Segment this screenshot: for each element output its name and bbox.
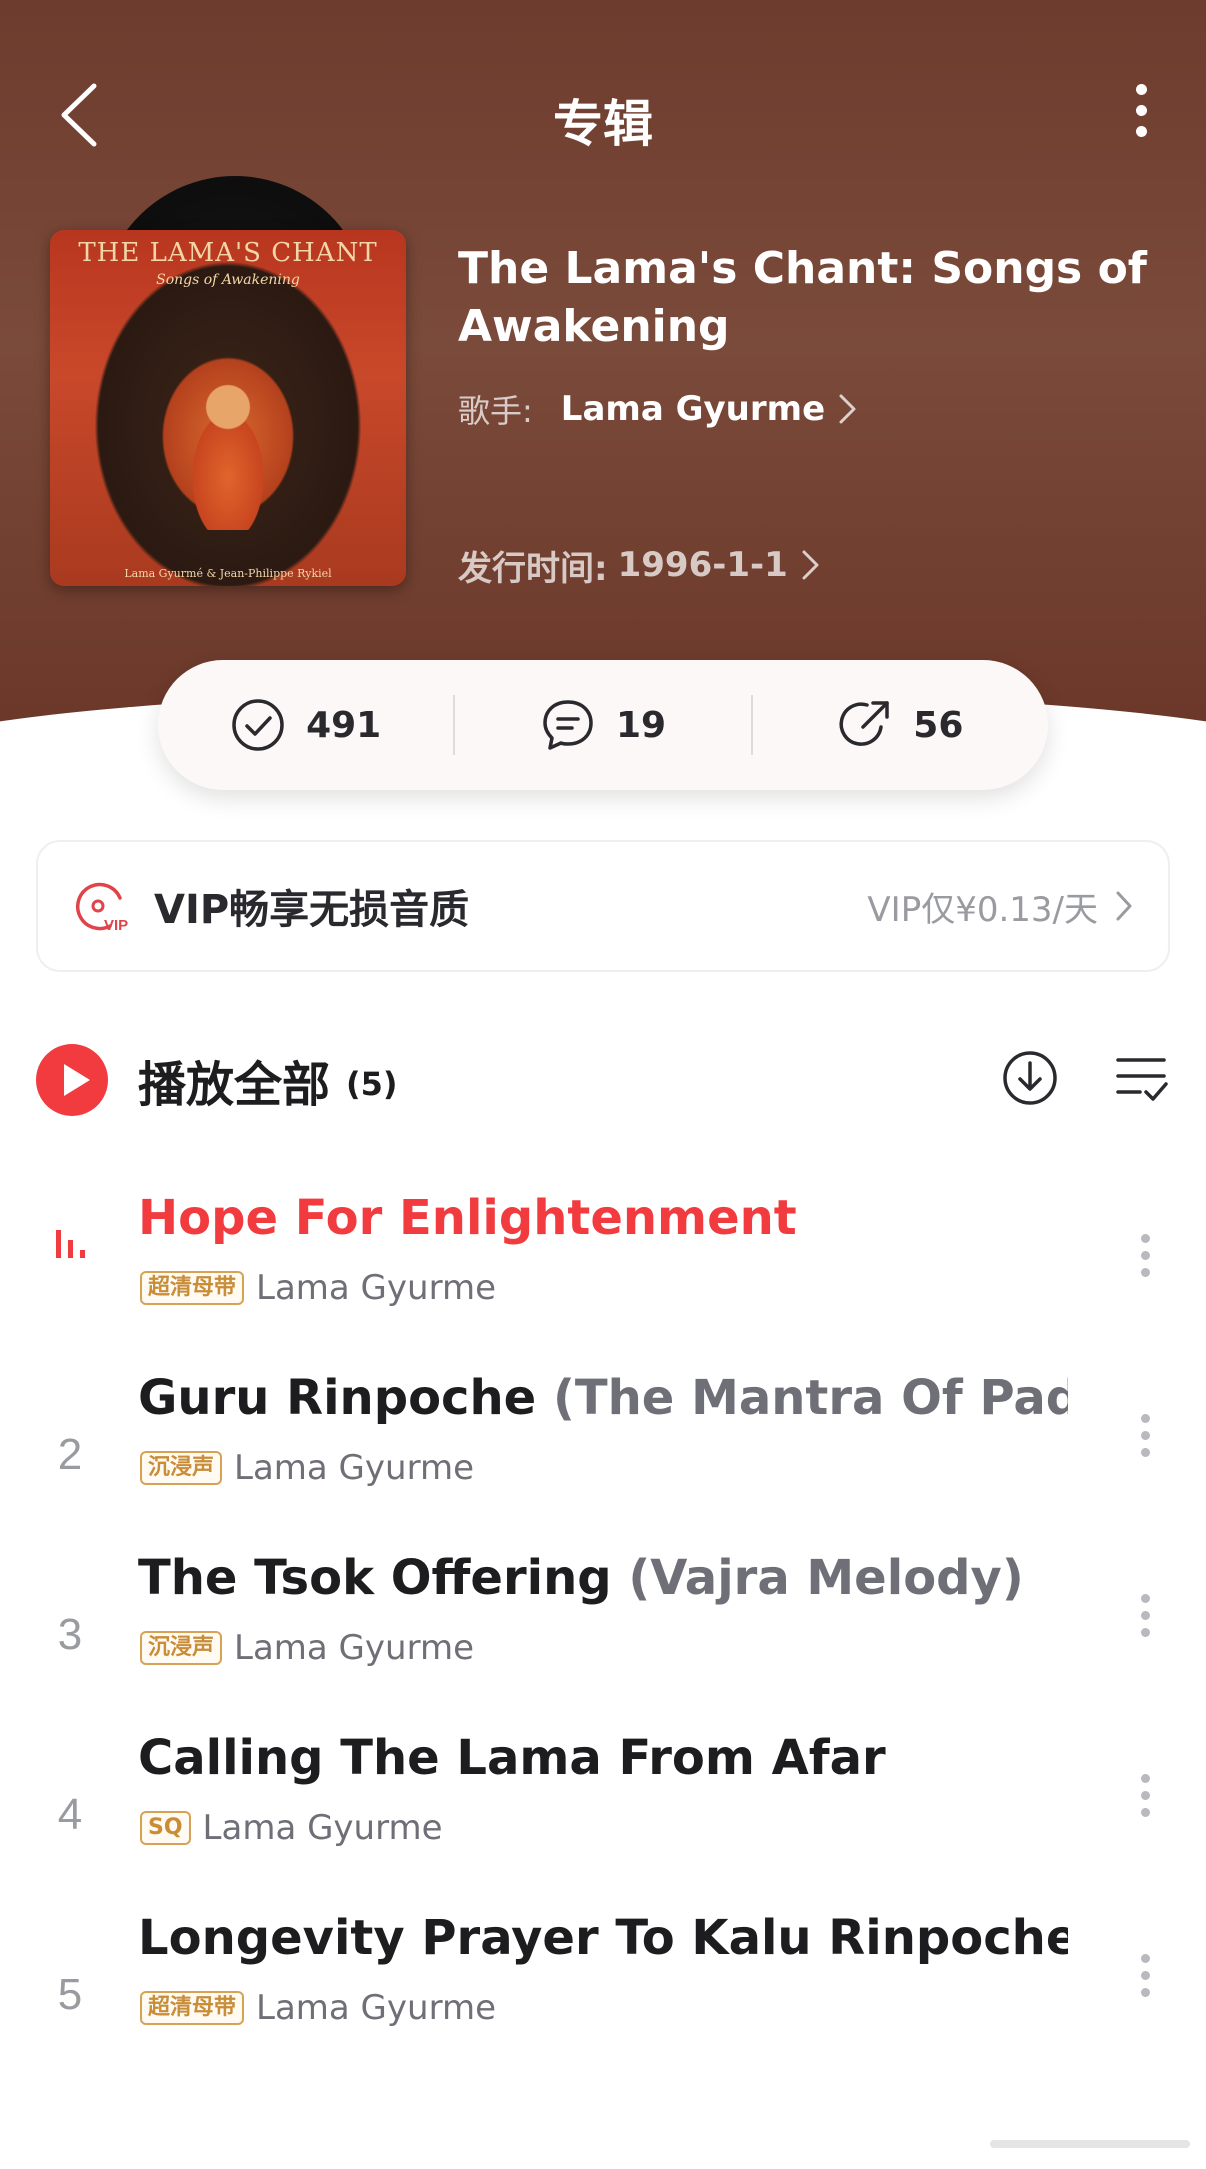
track-title: The Tsok Offering (Vajra Melody) xyxy=(138,1550,1024,1606)
quality-badge: 沉浸声 xyxy=(140,1631,223,1665)
share-icon xyxy=(839,701,890,746)
track-meta: 沉浸声 Lama Gyurme xyxy=(140,1628,474,1668)
multi-select-icon[interactable] xyxy=(1114,1050,1170,1106)
track-title: Longevity Prayer To Kalu Rinpoche xyxy=(138,1910,1068,1966)
track-meta: 沉浸声 Lama Gyurme xyxy=(140,1448,474,1488)
nav-bar: 专辑 xyxy=(0,60,1206,170)
album-cover[interactable]: THE LAMA'S CHANT Songs of Awakening Lama… xyxy=(50,230,406,586)
collect-count: 491 xyxy=(306,704,382,746)
album-stats-bar: 491 19 56 xyxy=(158,660,1048,790)
artist-label: 歌手: xyxy=(458,392,533,430)
track-more-icon[interactable] xyxy=(1130,1406,1160,1486)
release-date-link[interactable]: 发行时间: 1996-1-1 xyxy=(458,540,822,590)
chevron-right-icon xyxy=(802,550,819,580)
vip-disc-icon: VIP xyxy=(75,882,128,934)
track-more-icon[interactable] xyxy=(1130,1586,1160,1666)
share-button[interactable]: 56 xyxy=(753,660,1048,790)
track-title: Guru Rinpoche (The Mantra Of Padm... xyxy=(138,1370,1068,1426)
home-indicator xyxy=(990,2140,1190,2148)
cover-title-text: THE LAMA'S CHANT xyxy=(78,238,378,268)
album-title: The Lama's Chant: Songs of Awakening xyxy=(458,243,1147,352)
vip-lossless-banner[interactable]: VIP VIP畅享无损音质 VIP仅¥0.13/天 xyxy=(36,840,1170,972)
track-row[interactable]: 3 The Tsok Offering (Vajra Melody) 沉浸声 L… xyxy=(0,1550,1206,1690)
track-meta: 超清母带 Lama Gyurme xyxy=(140,1268,496,1308)
comment-bubble-icon xyxy=(543,700,593,750)
release-label: 发行时间: xyxy=(458,548,608,589)
cover-footer-text: Lama Gyurmé & Jean-Philippe Rykiel xyxy=(124,567,332,580)
play-all-bar: 播放全部 (5) xyxy=(36,1040,1170,1120)
track-meta: SQ Lama Gyurme xyxy=(140,1808,443,1848)
download-icon[interactable] xyxy=(1000,1048,1060,1108)
play-all-label[interactable]: 播放全部 xyxy=(138,1045,330,1115)
track-title: Calling The Lama From Afar xyxy=(138,1730,886,1786)
vip-price: VIP仅¥0.13/天 xyxy=(867,889,1098,930)
cover-buddha-figure xyxy=(178,380,278,530)
track-row[interactable]: Hope For Enlightenment 超清母带 Lama Gyurme xyxy=(0,1190,1206,1330)
artist-name: Lama Gyurme xyxy=(560,389,826,429)
track-number: 4 xyxy=(57,1790,83,1839)
comments-count: 19 xyxy=(615,704,667,746)
track-more-icon[interactable] xyxy=(1130,1766,1160,1846)
track-artist: Lama Gyurme xyxy=(256,1268,496,1308)
check-circle-icon xyxy=(232,699,284,751)
quality-badge: 超清母带 xyxy=(140,1271,245,1305)
quality-badge: 超清母带 xyxy=(140,1991,245,2025)
track-more-icon[interactable] xyxy=(1130,1226,1160,1306)
svg-text:VIP: VIP xyxy=(104,917,128,934)
artist-link[interactable]: 歌手: Lama Gyurme xyxy=(458,384,859,434)
track-count: (5) xyxy=(346,1065,398,1103)
track-number: 2 xyxy=(57,1430,83,1479)
release-date: 1996-1-1 xyxy=(617,545,788,585)
play-all-button[interactable] xyxy=(36,1044,108,1116)
track-artist: Lama Gyurme xyxy=(234,1628,474,1668)
chevron-right-icon xyxy=(1116,891,1132,921)
track-row[interactable]: 5 Longevity Prayer To Kalu Rinpoche 超清母带… xyxy=(0,1910,1206,2050)
track-more-icon[interactable] xyxy=(1130,1946,1160,2026)
track-title: Hope For Enlightenment xyxy=(138,1190,797,1246)
track-artist: Lama Gyurme xyxy=(202,1808,443,1848)
playing-equalizer-icon xyxy=(56,1230,85,1258)
page-title: 专辑 xyxy=(553,95,653,153)
vip-lossless-text: VIP畅享无损音质 xyxy=(154,887,470,933)
track-row[interactable]: 4 Calling The Lama From Afar SQ Lama Gyu… xyxy=(0,1730,1206,1870)
track-number: 3 xyxy=(57,1610,83,1659)
track-row[interactable]: 2 Guru Rinpoche (The Mantra Of Padm... 沉… xyxy=(0,1370,1206,1510)
collect-button[interactable]: 491 xyxy=(158,660,453,790)
track-artist: Lama Gyurme xyxy=(256,1988,496,2028)
track-number: 5 xyxy=(57,1970,83,2019)
quality-badge: SQ xyxy=(140,1811,191,1845)
more-options-icon[interactable] xyxy=(1126,76,1156,156)
share-count: 56 xyxy=(913,704,964,746)
chevron-right-icon xyxy=(839,394,856,424)
cover-subtitle-text: Songs of Awakening xyxy=(156,272,300,288)
track-artist: Lama Gyurme xyxy=(234,1448,474,1488)
comments-button[interactable]: 19 xyxy=(455,660,750,790)
quality-badge: 沉浸声 xyxy=(140,1451,223,1485)
track-meta: 超清母带 Lama Gyurme xyxy=(140,1988,496,2028)
